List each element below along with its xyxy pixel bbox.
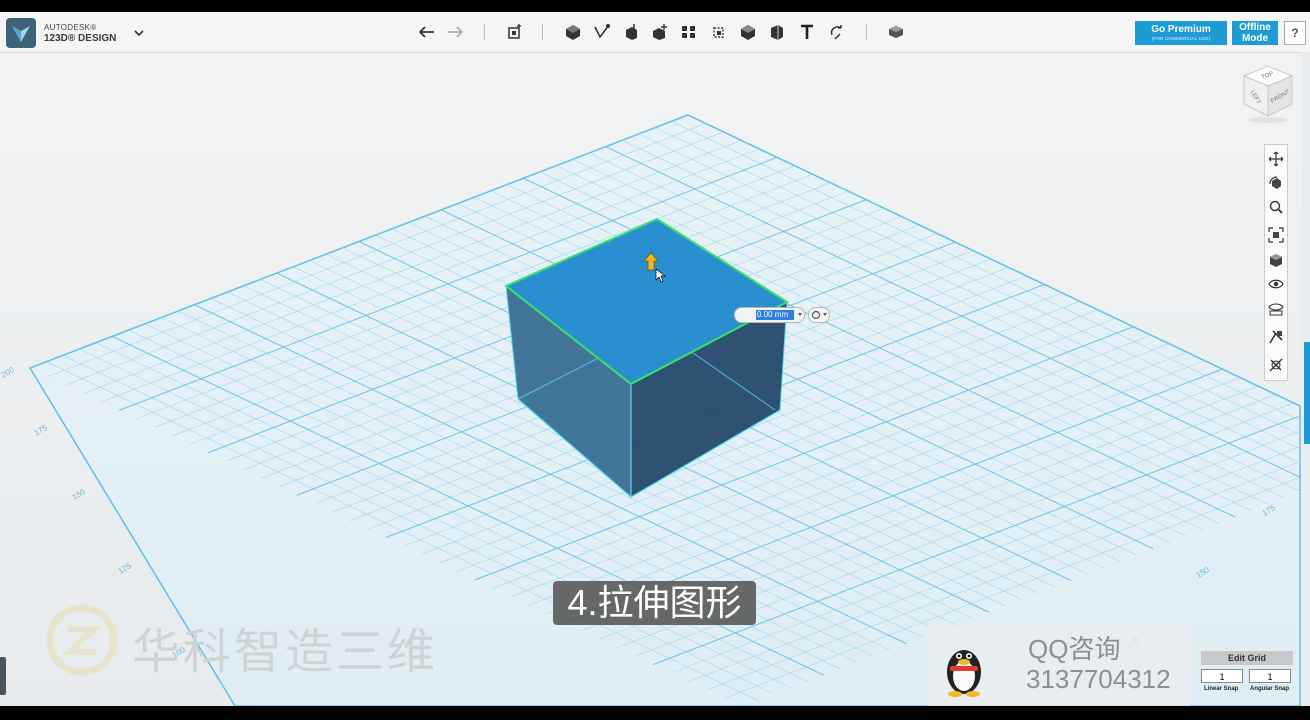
modify-button[interactable] — [649, 21, 671, 43]
black-top-border — [0, 0, 1310, 12]
brand-line2: 123D® DESIGN — [44, 33, 117, 44]
measure-icon — [771, 25, 783, 40]
angular-snap-label: Angular Snap — [1250, 686, 1290, 692]
edit-grid-panel: Edit Grid 1 1 Linear Snap Angular Snap — [1200, 651, 1294, 701]
text-icon — [801, 24, 813, 39]
angular-snap-input[interactable]: 1 — [1249, 669, 1291, 683]
edit-grid-button[interactable]: Edit Grid — [1201, 651, 1293, 665]
navigation-bar — [1264, 144, 1288, 381]
snap-icon — [830, 25, 842, 40]
material-icon — [889, 26, 903, 38]
modify-icon — [653, 24, 667, 40]
outline-visibility-icon[interactable] — [1268, 357, 1284, 373]
go-premium-button[interactable]: Go Premium (FOR COMMERCIAL USE) — [1135, 21, 1227, 45]
autodesk-logo-icon[interactable] — [6, 18, 36, 48]
qq-penguin-icon — [947, 650, 981, 697]
transform-icon — [508, 24, 521, 39]
sketch-icon — [594, 24, 610, 39]
black-bottom-border — [0, 706, 1310, 720]
construct-button[interactable] — [620, 21, 642, 43]
transform-button[interactable] — [504, 21, 526, 43]
undo-icon — [419, 26, 434, 38]
combine-icon — [741, 25, 755, 40]
visibility-settings-icon[interactable] — [1268, 300, 1284, 316]
pattern-icon — [682, 26, 695, 38]
help-button[interactable]: ? — [1284, 21, 1306, 45]
text-button[interactable] — [796, 21, 818, 43]
brand-name: AUTODESK® 123D® DESIGN — [44, 22, 116, 44]
toolbar-separator — [484, 24, 485, 40]
offline-mode-button[interactable]: Offline Mode — [1232, 21, 1278, 45]
grouping-icon — [713, 27, 724, 38]
app-window: 200 175 150 125 100 175 150 125 0.00 mm … — [0, 12, 1310, 706]
view-cube[interactable]: TOP LEFT FRONT — [1238, 62, 1298, 124]
primitives-button[interactable] — [562, 21, 584, 43]
toolbar-separator — [542, 24, 543, 40]
undo-button[interactable] — [416, 21, 438, 43]
chevron-down-icon[interactable] — [132, 26, 146, 40]
combine-button[interactable] — [737, 21, 759, 43]
watermark-text: 华科智造三维 — [132, 626, 439, 679]
go-premium-sublabel: (FOR COMMERCIAL USE) — [1151, 36, 1211, 41]
side-panel-toggle[interactable] — [1304, 342, 1310, 444]
linear-snap-input[interactable]: 1 — [1201, 669, 1243, 683]
sketch-button[interactable] — [591, 21, 613, 43]
go-premium-label: Go Premium — [1151, 24, 1211, 35]
pattern-button[interactable] — [678, 21, 700, 43]
qq-number: 3137704312 — [1026, 664, 1171, 694]
measure-button[interactable] — [766, 21, 788, 43]
redo-button[interactable] — [444, 21, 466, 43]
qq-consult-label: QQ咨询 — [1028, 634, 1121, 664]
eye-icon[interactable] — [1268, 276, 1284, 292]
offline-mode-line2: Mode — [1241, 33, 1269, 44]
fit-view-icon[interactable] — [1268, 227, 1284, 243]
view-mode-icon[interactable] — [1268, 252, 1284, 268]
watermark-logo-icon — [46, 604, 118, 676]
offline-mode-line1: Offline — [1239, 22, 1271, 33]
material-visibility-icon[interactable] — [1268, 329, 1284, 345]
main-toolbar: AUTODESK® 123D® DESIGN Go Premium (FOR C… — [0, 12, 1310, 53]
redo-icon — [448, 26, 463, 38]
toolbar-separator — [866, 24, 867, 40]
brand-line1: AUTODESK® — [44, 23, 97, 32]
snap-button[interactable] — [826, 21, 848, 43]
grouping-button[interactable] — [708, 21, 730, 43]
orbit-icon[interactable] — [1268, 175, 1284, 191]
video-caption: 4.拉伸图形 — [553, 581, 756, 625]
construct-icon — [626, 24, 637, 40]
left-panel-toggle[interactable] — [0, 657, 6, 695]
linear-snap-label: Linear Snap — [1204, 686, 1239, 692]
pan-icon[interactable] — [1268, 151, 1284, 167]
primitives-icon — [566, 25, 580, 40]
extrude-distance-value[interactable]: 0.00 mm — [757, 309, 788, 321]
material-button[interactable] — [885, 21, 907, 43]
qq-contact-box: QQ咨询 3137704312 — [928, 626, 1190, 706]
zoom-icon[interactable] — [1268, 199, 1284, 215]
extrude-distance-field[interactable]: 0.00 mm — [734, 307, 830, 323]
